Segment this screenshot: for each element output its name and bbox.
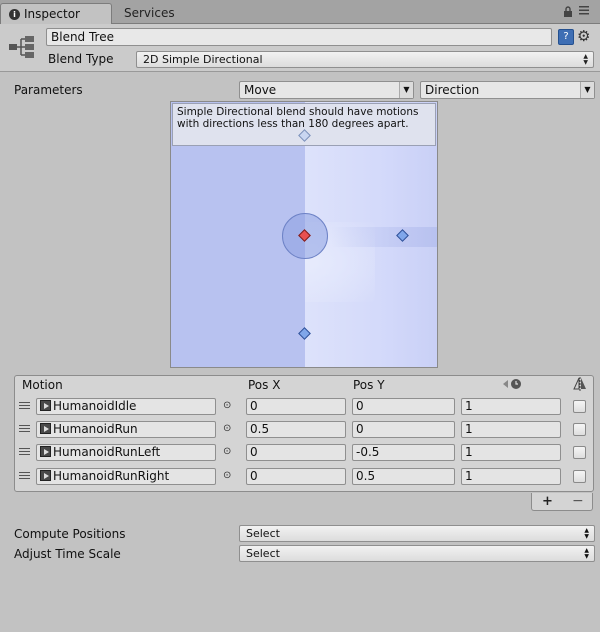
dropdown-arrow-icon: ▲ ▼	[584, 527, 589, 540]
header-pos-x: Pos X	[248, 378, 281, 392]
mirror-checkbox[interactable]	[573, 400, 586, 413]
time-scale-icon	[501, 377, 523, 394]
x-parameter-value: Move	[244, 83, 277, 97]
animation-clip-icon	[40, 423, 51, 434]
help-icon[interactable]: ?	[558, 29, 574, 45]
speed-field[interactable]: 1	[461, 421, 561, 438]
blend-type-value: 2D Simple Directional	[143, 53, 263, 66]
pos-y-field[interactable]: 0.5	[352, 468, 455, 485]
blend-space-view[interactable]: Simple Directional blend should have mot…	[170, 101, 438, 368]
drag-handle-icon[interactable]	[19, 448, 30, 455]
tab-inspector[interactable]: i Inspector	[0, 3, 112, 25]
mirror-icon	[572, 377, 588, 394]
tab-inspector-label: Inspector	[24, 7, 80, 21]
motion-field[interactable]: HumanoidRunLeft	[36, 444, 216, 461]
x-parameter-dropdown[interactable]: Move ▼	[239, 81, 414, 99]
pos-x-field[interactable]: 0	[246, 444, 346, 461]
parameters-label: Parameters	[14, 83, 83, 97]
y-parameter-value: Direction	[425, 83, 480, 97]
drag-handle-icon[interactable]	[19, 472, 30, 479]
pos-y-field[interactable]: 0	[352, 421, 455, 438]
compute-positions-label: Compute Positions	[14, 527, 126, 541]
motion-field[interactable]: HumanoidIdle	[36, 398, 216, 415]
blend-type-label: Blend Type	[48, 52, 114, 66]
dropdown-arrow-icon: ▲ ▼	[583, 53, 588, 66]
motion-name: HumanoidRun	[53, 422, 138, 436]
pos-x-field[interactable]: 0.5	[246, 421, 346, 438]
header-motion: Motion	[22, 378, 63, 392]
menu-icon[interactable]	[578, 4, 590, 19]
dropdown-arrow-icon: ▲ ▼	[584, 547, 589, 560]
pos-x-field[interactable]: 0	[246, 468, 346, 485]
animation-clip-icon	[40, 470, 51, 481]
table-row: HumanoidRunRight ⊙ 0 0.5 1	[15, 466, 593, 488]
chevron-down-icon: ▼	[399, 82, 413, 98]
add-motion-button[interactable]: +	[542, 494, 553, 509]
pos-y-field[interactable]: -0.5	[352, 444, 455, 461]
motion-field[interactable]: HumanoidRun	[36, 421, 216, 438]
pos-y-field[interactable]: 0	[352, 398, 455, 415]
tab-services-label: Services	[124, 6, 175, 20]
table-footer: + −	[531, 493, 593, 511]
animation-clip-icon	[40, 446, 51, 457]
blend-tree-header: Blend Tree ? ⚙ Blend Type 2D Simple Dire…	[0, 24, 600, 72]
speed-field[interactable]: 1	[461, 444, 561, 461]
object-picker-icon[interactable]: ⊙	[223, 400, 231, 411]
drag-handle-icon[interactable]	[19, 425, 30, 432]
blend-type-dropdown[interactable]: 2D Simple Directional ▲ ▼	[136, 51, 594, 68]
compute-positions-dropdown[interactable]: Select ▲ ▼	[239, 525, 595, 542]
compute-positions-value: Select	[246, 527, 280, 540]
tab-services[interactable]: Services	[116, 3, 183, 24]
motion-name: HumanoidRunRight	[53, 469, 170, 483]
object-picker-icon[interactable]: ⊙	[223, 470, 231, 481]
lock-icon[interactable]	[563, 6, 573, 20]
pos-x-field[interactable]: 0	[246, 398, 346, 415]
object-picker-icon[interactable]: ⊙	[223, 446, 231, 457]
speed-field[interactable]: 1	[461, 398, 561, 415]
mirror-checkbox[interactable]	[573, 446, 586, 459]
mirror-checkbox[interactable]	[573, 423, 586, 436]
blend-gradient-band	[331, 227, 437, 247]
adjust-time-scale-value: Select	[246, 547, 280, 560]
blend-tree-icon	[9, 36, 34, 58]
motion-table: Motion Pos X Pos Y HumanoidIdle ⊙ 0 0 1 …	[14, 375, 594, 492]
motion-name: HumanoidIdle	[53, 399, 137, 413]
chevron-down-icon: ▼	[580, 82, 594, 98]
y-parameter-dropdown[interactable]: Direction ▼	[420, 81, 595, 99]
animation-clip-icon	[40, 400, 51, 411]
drag-handle-icon[interactable]	[19, 402, 30, 409]
table-row: HumanoidRun ⊙ 0.5 0 1	[15, 419, 593, 441]
gear-icon[interactable]: ⚙	[577, 27, 590, 45]
adjust-time-scale-label: Adjust Time Scale	[14, 547, 121, 561]
motion-field[interactable]: HumanoidRunRight	[36, 468, 216, 485]
tab-bar: i Inspector Services	[0, 0, 600, 25]
header-pos-y: Pos Y	[353, 378, 385, 392]
object-picker-icon[interactable]: ⊙	[223, 423, 231, 434]
table-row: HumanoidIdle ⊙ 0 0 1	[15, 396, 593, 418]
speed-field[interactable]: 1	[461, 468, 561, 485]
blend-tree-name-field[interactable]: Blend Tree	[46, 28, 552, 46]
info-icon: i	[9, 9, 20, 20]
remove-motion-button[interactable]: −	[572, 493, 584, 509]
adjust-time-scale-dropdown[interactable]: Select ▲ ▼	[239, 545, 595, 562]
motion-name: HumanoidRunLeft	[53, 445, 161, 459]
mirror-checkbox[interactable]	[573, 470, 586, 483]
table-row: HumanoidRunLeft ⊙ 0 -0.5 1	[15, 442, 593, 464]
